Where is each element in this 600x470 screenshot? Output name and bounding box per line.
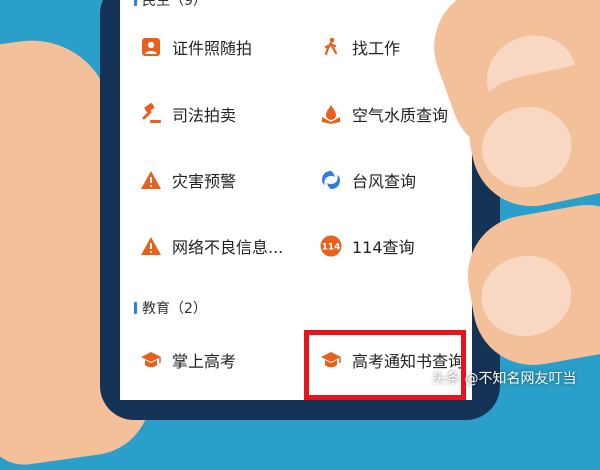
service-disaster-warning[interactable]: 灾害预警 xyxy=(140,160,236,200)
badge-114-icon: 114 xyxy=(320,235,342,257)
warning-triangle-icon xyxy=(140,169,162,191)
service-find-job[interactable]: 找工作 xyxy=(320,27,400,67)
service-judicial-auction[interactable]: 司法拍卖 xyxy=(140,94,236,134)
service-typhoon-query[interactable]: 台风查询 xyxy=(320,160,416,200)
service-label: 灾害预警 xyxy=(172,172,237,191)
service-label: 114查询 xyxy=(352,238,415,257)
section-header-partial: 民生（9） xyxy=(120,0,472,14)
highlight-box xyxy=(304,330,466,400)
walking-person-icon xyxy=(320,36,342,58)
education-item-label: 掌上高考 xyxy=(172,352,237,371)
service-bad-info-report[interactable]: 网络不良信息... xyxy=(140,226,283,266)
education-section-header: 教育（2） xyxy=(120,294,472,322)
gavel-icon xyxy=(140,103,162,125)
education-item-zhangshang-gaokao[interactable]: 掌上高考 xyxy=(140,340,236,380)
water-drop-icon xyxy=(320,103,342,125)
service-label: 司法拍卖 xyxy=(172,106,237,125)
education-section-title: 教育（2） xyxy=(142,301,207,317)
section-title: 民生（9） xyxy=(142,0,207,9)
services-panel: 民生（9） 证件照随拍 找工作 司法拍卖 空气水质查询 灾害预警 台风查询 网络… xyxy=(120,0,472,288)
graduation-cap-icon xyxy=(140,349,162,371)
section-marker xyxy=(134,302,137,314)
service-114-query[interactable]: 114 114查询 xyxy=(320,226,415,266)
service-label: 台风查询 xyxy=(352,172,417,191)
service-label: 网络不良信息... xyxy=(172,238,284,257)
badge-114-text: 114 xyxy=(322,243,341,253)
section-marker xyxy=(134,0,137,6)
warning-triangle-icon xyxy=(140,235,162,257)
service-label: 空气水质查询 xyxy=(352,106,449,125)
watermark-text: 头条 @不知名网友叮当 xyxy=(432,371,577,387)
service-id-photo[interactable]: 证件照随拍 xyxy=(140,27,252,67)
fingernail xyxy=(475,248,578,344)
fingernail xyxy=(474,98,580,196)
service-label: 找工作 xyxy=(352,39,401,58)
typhoon-icon xyxy=(320,169,342,191)
service-label: 证件照随拍 xyxy=(172,39,253,58)
service-air-water-quality[interactable]: 空气水质查询 xyxy=(320,94,448,134)
id-photo-icon xyxy=(140,36,162,58)
